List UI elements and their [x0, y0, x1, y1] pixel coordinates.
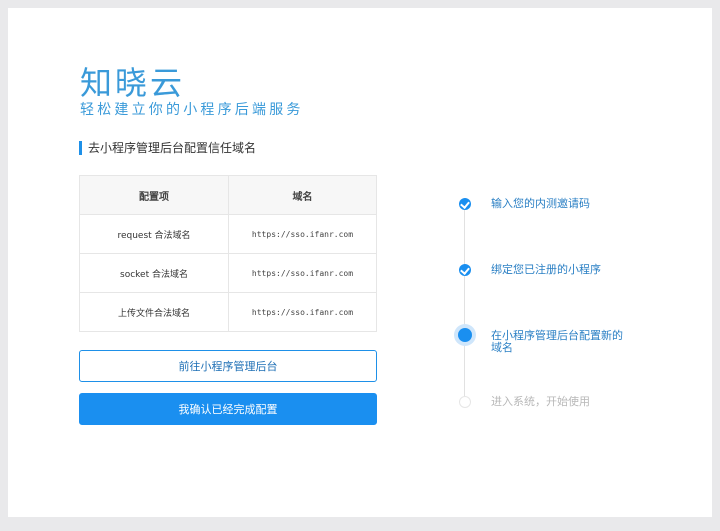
config-item-cell: 上传文件合法域名 — [79, 292, 229, 332]
domain-config-table: 配置项 域名 request 合法域名 https://sso.ifanr.co… — [79, 175, 377, 332]
step-label: 在小程序管理后台配置新的域名 — [491, 329, 623, 354]
check-circle-icon — [459, 264, 471, 276]
table-row: request 合法域名 https://sso.ifanr.com — [79, 214, 377, 254]
domain-cell: https://sso.ifanr.com — [228, 253, 377, 293]
section-heading: 去小程序管理后台配置信任域名 — [79, 141, 256, 155]
goto-admin-button[interactable]: 前往小程序管理后台 — [79, 350, 377, 382]
app-title: 知晓云 — [80, 64, 186, 102]
active-step-dot-icon — [458, 328, 472, 342]
column-header-domain: 域名 — [228, 175, 377, 215]
domain-cell: https://sso.ifanr.com — [228, 292, 377, 332]
pending-step-dot-icon — [459, 396, 471, 408]
table-row: socket 合法域名 https://sso.ifanr.com — [79, 253, 377, 293]
table-header-row: 配置项 域名 — [79, 175, 377, 215]
config-item-cell: socket 合法域名 — [79, 253, 229, 293]
app-subtitle: 轻松建立你的小程序后端服务 — [80, 102, 304, 118]
check-circle-icon — [459, 198, 471, 210]
stepper-line — [464, 204, 465, 400]
step-label: 输入您的内测邀请码 — [491, 197, 590, 210]
confirm-done-button[interactable]: 我确认已经完成配置 — [79, 393, 377, 425]
domain-cell: https://sso.ifanr.com — [228, 214, 377, 254]
column-header-item: 配置项 — [79, 175, 229, 215]
step-label: 进入系统，开始使用 — [491, 395, 590, 408]
config-item-cell: request 合法域名 — [79, 214, 229, 254]
table-row: 上传文件合法域名 https://sso.ifanr.com — [79, 292, 377, 332]
step-label: 绑定您已注册的小程序 — [491, 263, 601, 276]
